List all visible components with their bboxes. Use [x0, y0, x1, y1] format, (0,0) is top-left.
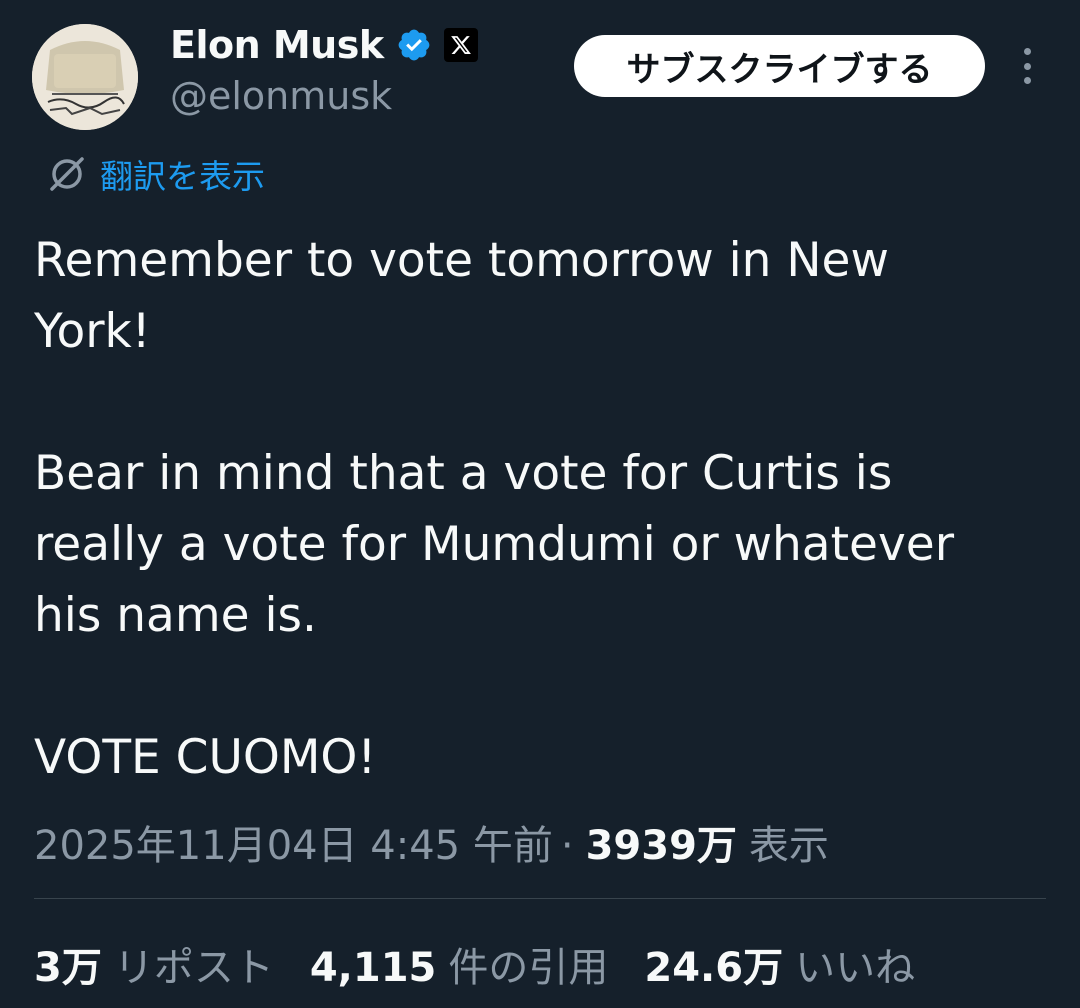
author-name-row: Elon Musk	[170, 20, 478, 70]
likes-count: 24.6万	[644, 945, 784, 991]
reposts-stat[interactable]: 3万 リポスト	[34, 935, 274, 993]
tweet: Elon Musk @elonmusk サブスクライブする 翻訳を表示 Reme…	[0, 0, 1080, 1008]
quotes-label: 件の引用	[448, 945, 609, 991]
subscribe-button[interactable]: サブスクライブする	[574, 35, 985, 97]
author-handle[interactable]: @elonmusk	[170, 74, 392, 118]
likes-stat[interactable]: 24.6万 いいね	[644, 935, 915, 993]
verified-badge-icon	[398, 29, 430, 61]
engagement-stats: 3万 リポスト 4,115 件の引用 24.6万 いいね	[34, 935, 951, 993]
meta-separator: ·	[560, 823, 574, 869]
view-count: 3939万	[585, 823, 737, 869]
divider	[34, 898, 1046, 899]
view-count-label: 表示	[748, 823, 829, 869]
translate-link[interactable]: 翻訳を表示	[46, 150, 265, 198]
quotes-stat[interactable]: 4,115 件の引用	[310, 935, 609, 993]
translate-label: 翻訳を表示	[100, 157, 265, 196]
post-meta: 2025年11月04日 4:45 午前 · 3939万 表示	[34, 813, 829, 871]
quotes-count: 4,115	[309, 945, 437, 991]
author-name[interactable]: Elon Musk	[170, 23, 384, 67]
likes-label: いいね	[795, 945, 916, 991]
x-logo-icon	[443, 28, 478, 62]
post-text: Remember to vote tomorrow in New York! B…	[34, 233, 955, 785]
reposts-label: リポスト	[113, 945, 274, 991]
reposts-count: 3万	[34, 945, 102, 991]
avatar[interactable]	[32, 24, 138, 130]
translate-icon	[50, 157, 84, 191]
avatar-image	[32, 24, 138, 130]
more-options-icon[interactable]	[1012, 48, 1042, 84]
post-timestamp[interactable]: 2025年11月04日 4:45 午前	[34, 813, 553, 871]
